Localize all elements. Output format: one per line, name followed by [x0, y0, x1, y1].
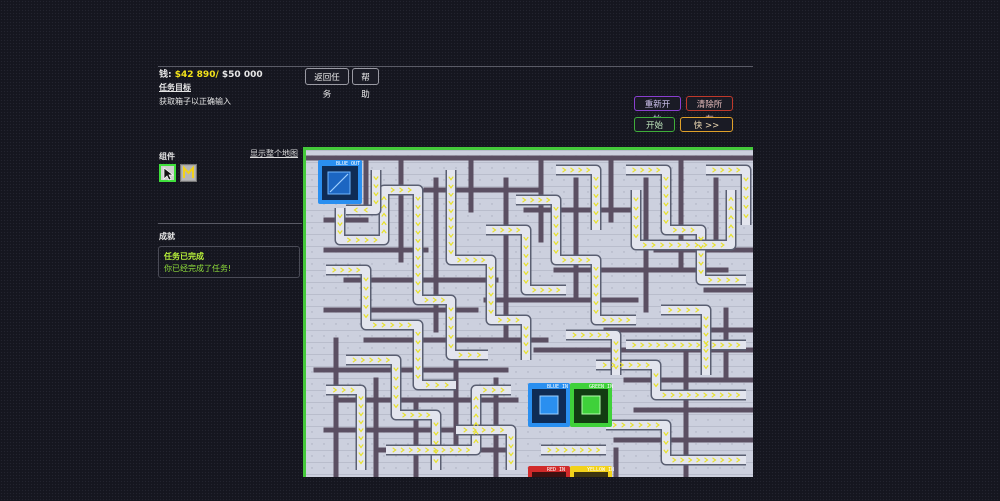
station-blue-in[interactable]: BLUE IN [528, 383, 570, 427]
factory-map-canvas[interactable]: BLUE OUT BLUE IN GREEN IN RED IN YELLOW … [306, 150, 753, 477]
station-label: YELLOW IN [587, 467, 614, 473]
money-display: 钱: $42 890/ $50 000 [159, 67, 263, 80]
money-target: $50 000 [218, 70, 263, 80]
achievements-title: 成就 [159, 232, 175, 241]
show-whole-map-link[interactable]: 显示整个地图 [250, 148, 298, 159]
sidebar-divider [158, 223, 302, 224]
objective-title[interactable]: 任务目标 [159, 82, 191, 93]
back-to-mission-button[interactable]: 返回任务 [305, 68, 349, 100]
pointer-tool[interactable] [159, 164, 176, 182]
fast-forward-button[interactable]: 快 >> [680, 117, 733, 132]
factory-map[interactable]: BLUE OUT BLUE IN GREEN IN RED IN YELLOW … [303, 147, 753, 477]
station-label: BLUE OUT [336, 161, 360, 167]
station-label: BLUE IN [547, 384, 568, 390]
station-label: GREEN IN [589, 384, 613, 390]
help-button[interactable]: 帮助 [352, 68, 379, 100]
pointer-icon [163, 167, 175, 181]
components-title: 组件 [159, 152, 175, 161]
restart-button[interactable]: 重新开始 [634, 96, 681, 125]
station-label: RED IN [547, 467, 565, 473]
station-red-in[interactable]: RED IN [528, 466, 570, 477]
achievement-text: 你已经完成了任务! [164, 264, 232, 273]
achievement-title: 任务已完成 [164, 252, 204, 261]
station-blue-out[interactable]: BLUE OUT [318, 160, 362, 204]
start-button[interactable]: 开始 [634, 117, 675, 132]
money-current: $42 890 [174, 70, 216, 80]
station-green-in[interactable]: GREEN IN [570, 383, 613, 427]
station-yellow-in[interactable]: YELLOW IN [570, 466, 614, 477]
conveyor-m-icon [182, 165, 195, 180]
conveyor-m-tool[interactable] [180, 164, 197, 182]
money-label: 钱: [159, 70, 172, 80]
achievement-item: 任务已完成 你已经完成了任务! [158, 246, 300, 278]
objective-text: 获取箱子以正确输入 [159, 97, 231, 106]
clear-all-button[interactable]: 清除所有 [686, 96, 733, 125]
